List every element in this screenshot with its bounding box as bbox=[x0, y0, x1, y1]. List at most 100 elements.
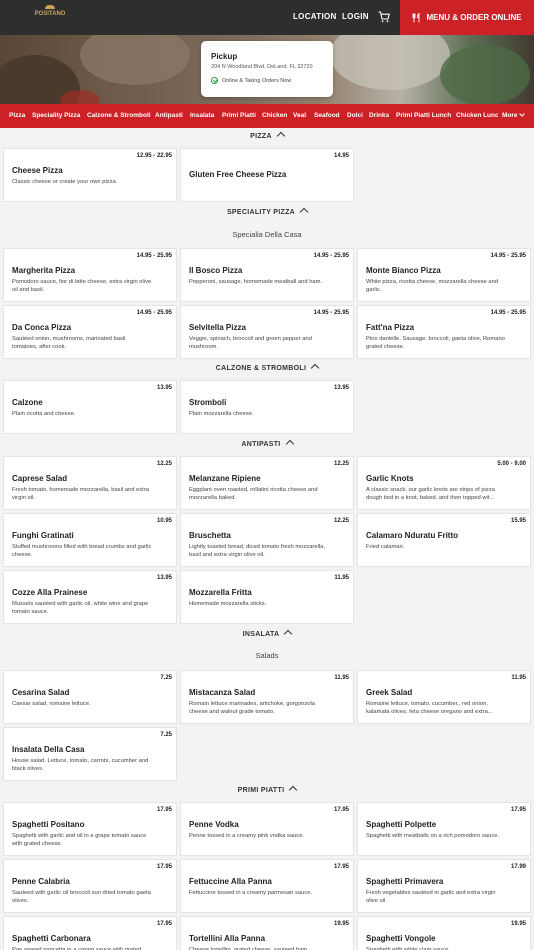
category-nav-bar: Pizza Speciality Pizza Calzone & Strombo… bbox=[0, 104, 534, 128]
menu-item-card[interactable]: 11.95 Greek Salad Romaine lettuce, tomato,… bbox=[357, 670, 531, 724]
section-header-insalata[interactable]: INSALATA bbox=[0, 629, 534, 644]
category-tab[interactable]: Drinks bbox=[369, 112, 389, 119]
menu-item-card[interactable]: 12.25 Bruschetta Lightly toasted bread, di… bbox=[180, 513, 354, 567]
menu-item-description: Fried calamari. bbox=[366, 544, 405, 550]
menu-item-card[interactable]: 13.95 Calzone Plain ricotta and cheese. bbox=[3, 380, 177, 434]
menu-item-name: Bruschetta bbox=[189, 531, 231, 540]
category-tab[interactable]: Calzone & Stromboli bbox=[87, 112, 151, 119]
menu-item-card[interactable]: 19.95 Tortellini Alla Panna Cheese tortell… bbox=[180, 916, 354, 950]
menu-item-card[interactable]: 7.25 Insalata Della Casa House salad. Lett… bbox=[3, 727, 177, 781]
menu-item-name: Cesarina Salad bbox=[12, 688, 70, 697]
top-header: POSITANO LOCATION LOGIN MENU & ORDER ONL… bbox=[0, 0, 534, 35]
menu-item-price: 14.95 - 25.95 bbox=[313, 310, 349, 316]
chevron-up-icon bbox=[289, 785, 298, 795]
menu-item-card[interactable]: 7.25 Cesarina Salad Caesar salad, romaine … bbox=[3, 670, 177, 724]
menu-order-online-button[interactable]: MENU & ORDER ONLINE bbox=[400, 0, 534, 35]
category-tab[interactable]: Dolci bbox=[347, 112, 363, 119]
location-link[interactable]: LOCATION bbox=[293, 12, 337, 21]
pickup-info-card[interactable]: Pickup 204 N Woodland Blvd, DeLand, FL 3… bbox=[201, 41, 333, 97]
menu-item-price: 11.95 bbox=[334, 575, 349, 581]
menu-item-name: Monte Bianco Pizza bbox=[366, 266, 441, 275]
menu-item-card[interactable]: 14.95 - 25.95 Monte Bianco Pizza White piz… bbox=[357, 248, 531, 302]
chevron-up-icon bbox=[285, 439, 294, 449]
menu-item-card[interactable]: 12.95 - 22.95 Cheese Pizza Classic cheese … bbox=[3, 148, 177, 202]
menu-item-name: Calamaro Nduratu Fritto bbox=[366, 531, 459, 540]
category-tab[interactable]: Primi Piatti Lunch bbox=[396, 112, 451, 119]
menu-item-description: House salad. Lettuce, tomato, carrots, c… bbox=[12, 758, 149, 772]
menu-item-card[interactable]: 19.95 Spaghetti Vongole Spaghetti with whi… bbox=[357, 916, 531, 950]
menu-item-description: Classic cheese or create your own pizza. bbox=[12, 179, 118, 185]
menu-item-card[interactable]: 12.25 Caprese Salad Fresh tomato, homemade… bbox=[3, 456, 177, 510]
menu-item-price: 12.25 bbox=[333, 461, 349, 467]
menu-item-card[interactable]: 5.00 - 9.00 Garlic Knots A classic snack, … bbox=[357, 456, 531, 510]
menu-item-card[interactable]: 17.95 Fettuccine Alla Panna Fettuccine tos… bbox=[180, 859, 354, 913]
category-tab[interactable]: Speciality Pizza bbox=[32, 112, 80, 119]
menu-item-price: 7.25 bbox=[160, 675, 172, 681]
category-tab[interactable]: Pizza bbox=[9, 112, 25, 119]
menu-item-card[interactable]: 13.95 Stromboli Plain mozzarella cheese. bbox=[180, 380, 354, 434]
menu-item-description: Caesar salad, romaine lettuce. bbox=[12, 701, 91, 707]
menu-item-name: Greek Salad bbox=[366, 688, 413, 697]
menu-item-price: 17.95 bbox=[510, 807, 526, 813]
menu-item-price: 19.95 bbox=[333, 921, 349, 927]
menu-item-card[interactable]: 14.95 - 25.95 Selvitella Pizza Veggie, spi… bbox=[180, 305, 354, 359]
menu-item-card[interactable]: 11.95 Mozzarella Fritta Homemade mozzarell… bbox=[180, 570, 354, 624]
menu-item-name: Tortellini Alla Panna bbox=[189, 934, 266, 943]
menu-item-card[interactable]: 14.95 Gluten Free Cheese Pizza bbox=[180, 148, 354, 202]
menu-item-card[interactable]: 11.95 Mistacanza Salad Romain lettuce mari… bbox=[180, 670, 354, 724]
menu-item-card[interactable]: 17.99 Spaghetti Primavera Fresh vegetables… bbox=[357, 859, 531, 913]
menu-item-name: Il Bosco Pizza bbox=[189, 266, 243, 275]
login-link[interactable]: LOGIN bbox=[342, 12, 369, 21]
section-header-pizza[interactable]: PIZZA bbox=[0, 131, 534, 146]
menu-item-price: 12.25 bbox=[156, 461, 172, 467]
section-header-primi-piatti[interactable]: PRIMI PIATTI bbox=[0, 785, 534, 800]
menu-item-name: Cheese Pizza bbox=[12, 166, 63, 175]
chevron-up-icon bbox=[310, 363, 320, 373]
menu-item-card[interactable]: 14.95 - 25.95 Da Conca Pizza Sautéed onion… bbox=[3, 305, 177, 359]
menu-item-card[interactable]: 14.95 - 25.95 Margherita Pizza Pomodoro sa… bbox=[3, 248, 177, 302]
category-tab[interactable]: Chicken Lunc bbox=[456, 112, 499, 119]
menu-item-description: Veggie, spinach, broccoli and green pepp… bbox=[189, 336, 312, 350]
category-tab[interactable]: Chicken bbox=[262, 112, 287, 119]
category-tab[interactable]: Veal bbox=[293, 112, 306, 119]
category-tab[interactable]: Primi Piatti bbox=[222, 112, 256, 119]
menu-item-description: Pepperoni, sausage, homemade meatball an… bbox=[189, 279, 323, 285]
menu-item-name: Fatt'na Pizza bbox=[366, 323, 415, 332]
menu-item-price: 10.95 bbox=[156, 518, 172, 524]
chevron-up-icon bbox=[299, 207, 309, 217]
menu-item-description: Lightly toasted bread, diced tomato fres… bbox=[189, 544, 325, 558]
menu-item-description: Pomodoro sauce, fior di latte cheese, ex… bbox=[12, 279, 152, 293]
section-header-antipasti[interactable]: ANTIPASTI bbox=[0, 439, 534, 454]
menu-item-name: Da Conca Pizza bbox=[12, 323, 72, 332]
menu-item-name: Cozze Alla Prainese bbox=[12, 588, 88, 597]
menu-item-price: 17.95 bbox=[156, 864, 172, 870]
menu-item-card[interactable]: 17.95 Spaghetti Positano Spaghetti with ga… bbox=[3, 802, 177, 856]
chevron-down-icon bbox=[519, 113, 526, 117]
menu-item-price: 17.95 bbox=[156, 921, 172, 927]
cart-icon[interactable] bbox=[378, 11, 390, 23]
menu-item-description: Cheese tortellini, grated cheese, sautee… bbox=[189, 947, 309, 950]
menu-item-card[interactable]: 17.95 Spaghetti Carbonara Pan seared pance… bbox=[3, 916, 177, 950]
category-tab[interactable]: Antipasti bbox=[155, 112, 183, 119]
category-tab[interactable]: Seafood bbox=[314, 112, 340, 119]
menu-item-card[interactable]: 10.95 Funghi Gratinati Stuffed mushrooms f… bbox=[3, 513, 177, 567]
category-tab[interactable]: Insalata bbox=[190, 112, 214, 119]
menu-item-price: 17.95 bbox=[156, 807, 172, 813]
menu-item-card[interactable]: 14.95 - 25.95 Il Bosco Pizza Pepperoni, sa… bbox=[180, 248, 354, 302]
restaurant-logo[interactable]: POSITANO bbox=[34, 5, 66, 19]
menu-item-price: 19.95 bbox=[510, 921, 526, 927]
more-categories-button[interactable]: More bbox=[498, 104, 534, 128]
menu-item-description: Plain mozzarella cheese. bbox=[189, 411, 254, 417]
menu-item-card[interactable]: 13.95 Cozze Alla Prainese Mussels sautéed … bbox=[3, 570, 177, 624]
menu-item-card[interactable]: 17.95 Spaghetti Polpette Spaghetti with me… bbox=[357, 802, 531, 856]
menu-item-card[interactable]: 14.95 - 25.95 Fatt'na Pizza Pino danielle.… bbox=[357, 305, 531, 359]
section-header-speciality-pizza[interactable]: SPECIALITY PIZZA bbox=[0, 207, 534, 222]
menu-item-card[interactable]: 17.95 Penne Calabria Sauteed with garlic o… bbox=[3, 859, 177, 913]
menu-item-name: Spaghetti Polpette bbox=[366, 820, 437, 829]
menu-item-name: Garlic Knots bbox=[366, 474, 414, 483]
section-subtitle: Specialia Della Casa bbox=[232, 230, 302, 239]
menu-item-card[interactable]: 15.95 Calamaro Nduratu Fritto Fried calama… bbox=[357, 513, 531, 567]
section-header-calzone-stromboli[interactable]: CALZONE & STROMBOLI bbox=[0, 363, 534, 378]
menu-item-card[interactable]: 17.95 Penne Vodka Penne tossed in a creamy… bbox=[180, 802, 354, 856]
menu-item-card[interactable]: 12.25 Melanzane Ripiene Eggplant oven roas… bbox=[180, 456, 354, 510]
